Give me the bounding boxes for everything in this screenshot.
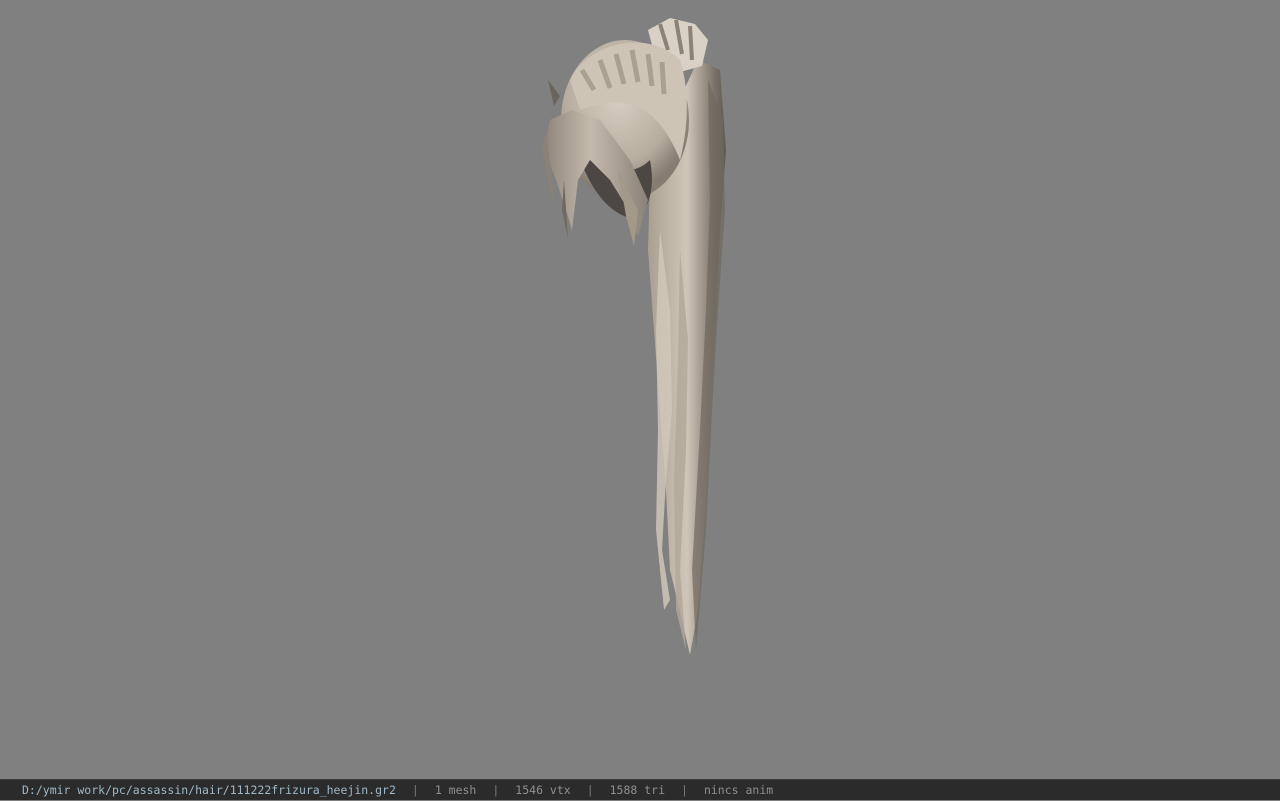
mesh-count-label: 1 mesh <box>434 782 477 797</box>
separator: | <box>586 782 594 797</box>
animation-status-label: nincs anim <box>703 782 774 797</box>
separator: | <box>681 782 688 797</box>
file-path-label: D:/ymir work/pc/assassin/hair/111222friz… <box>22 782 396 797</box>
separator: | <box>411 782 419 797</box>
separator: | <box>492 782 500 797</box>
status-bar: D:/ymir work/pc/assassin/hair/111222friz… <box>0 779 1280 800</box>
hair-model-render <box>542 18 726 655</box>
triangle-count-label: 1588 tri <box>609 782 666 797</box>
vertex-count-label: 1546 vtx <box>515 782 571 797</box>
3d-viewport[interactable] <box>0 0 1280 779</box>
